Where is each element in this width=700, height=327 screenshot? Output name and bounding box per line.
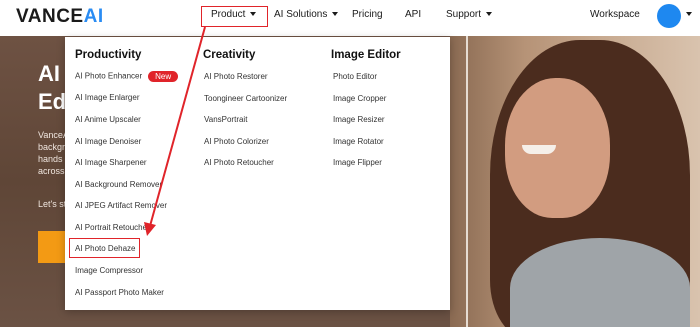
avatar-menu-toggle[interactable]: [686, 9, 692, 20]
productivity-heading: Productivity: [75, 49, 142, 61]
caret-down-icon: [686, 12, 692, 17]
hero-photo-shirt: [510, 238, 690, 327]
menu-item-ai-jpeg-artifact-remover[interactable]: AI JPEG Artifact Remover: [75, 201, 167, 210]
creativity-heading: Creativity: [203, 49, 256, 61]
menu-item-image-rotator[interactable]: Image Rotator: [333, 137, 384, 146]
menu-item-toongineer-cartoonizer[interactable]: Toongineer Cartoonizer: [204, 94, 287, 103]
menu-item-ai-image-enlarger[interactable]: AI Image Enlarger: [75, 93, 139, 102]
menu-item-ai-image-denoiser[interactable]: AI Image Denoiser: [75, 137, 141, 146]
hero-title: AI Ed: [38, 61, 67, 114]
menu-item-ai-portrait-retoucher[interactable]: AI Portrait Retoucher: [75, 223, 150, 232]
avatar[interactable]: [657, 4, 681, 28]
hero-text-line: across: [38, 166, 65, 176]
menu-item-ai-background-remover[interactable]: AI Background Remover: [75, 180, 162, 189]
compare-slider-line[interactable]: [466, 36, 468, 327]
nav-product-highlight: [201, 6, 268, 27]
menu-item-vansportrait[interactable]: VansPortrait: [204, 115, 247, 124]
menu-item-ai-anime-upscaler[interactable]: AI Anime Upscaler: [75, 115, 141, 124]
caret-down-icon: [486, 12, 493, 17]
menu-item-photo-editor[interactable]: Photo Editor: [333, 72, 377, 81]
vanceai-logo[interactable]: VANCEAI: [16, 6, 104, 28]
image-editor-heading: Image Editor: [331, 49, 401, 61]
new-badge: New: [148, 71, 179, 82]
top-nav: VANCEAI Product AI Solutions Pricing API…: [0, 0, 700, 36]
hero-cta-button[interactable]: [38, 231, 68, 263]
menu-item-ai-photo-colorizer[interactable]: AI Photo Colorizer: [204, 137, 269, 146]
hero-photo-smile: [522, 145, 556, 154]
product-dropdown-menu: Productivity AI Photo Enhancer New AI Ima…: [65, 37, 450, 310]
menu-item-image-compressor[interactable]: Image Compressor: [75, 266, 143, 275]
hero-text-line: hands f: [38, 154, 68, 164]
hero-photo-face: [505, 78, 610, 218]
nav-pricing[interactable]: Pricing: [352, 9, 383, 20]
menu-item-image-resizer[interactable]: Image Resizer: [333, 115, 385, 124]
menu-item-ai-photo-restorer[interactable]: AI Photo Restorer: [204, 72, 268, 81]
menu-item-ai-passport-photo-maker[interactable]: AI Passport Photo Maker: [75, 288, 164, 297]
menu-item-ai-photo-retoucher[interactable]: AI Photo Retoucher: [204, 158, 274, 167]
nav-workspace[interactable]: Workspace: [590, 9, 640, 20]
menu-item-ai-image-sharpener[interactable]: AI Image Sharpener: [75, 158, 147, 167]
menu-item-ai-photo-enhancer[interactable]: AI Photo Enhancer New: [75, 71, 179, 82]
hero-lets-start: Let's st: [38, 199, 67, 209]
nav-api[interactable]: API: [405, 9, 421, 20]
nav-ai-solutions[interactable]: AI Solutions: [274, 9, 339, 20]
menu-item-image-flipper[interactable]: Image Flipper: [333, 158, 382, 167]
dehaze-highlight: [69, 238, 140, 258]
menu-item-image-cropper[interactable]: Image Cropper: [333, 94, 386, 103]
caret-down-icon: [332, 12, 339, 17]
nav-support[interactable]: Support: [446, 9, 493, 20]
